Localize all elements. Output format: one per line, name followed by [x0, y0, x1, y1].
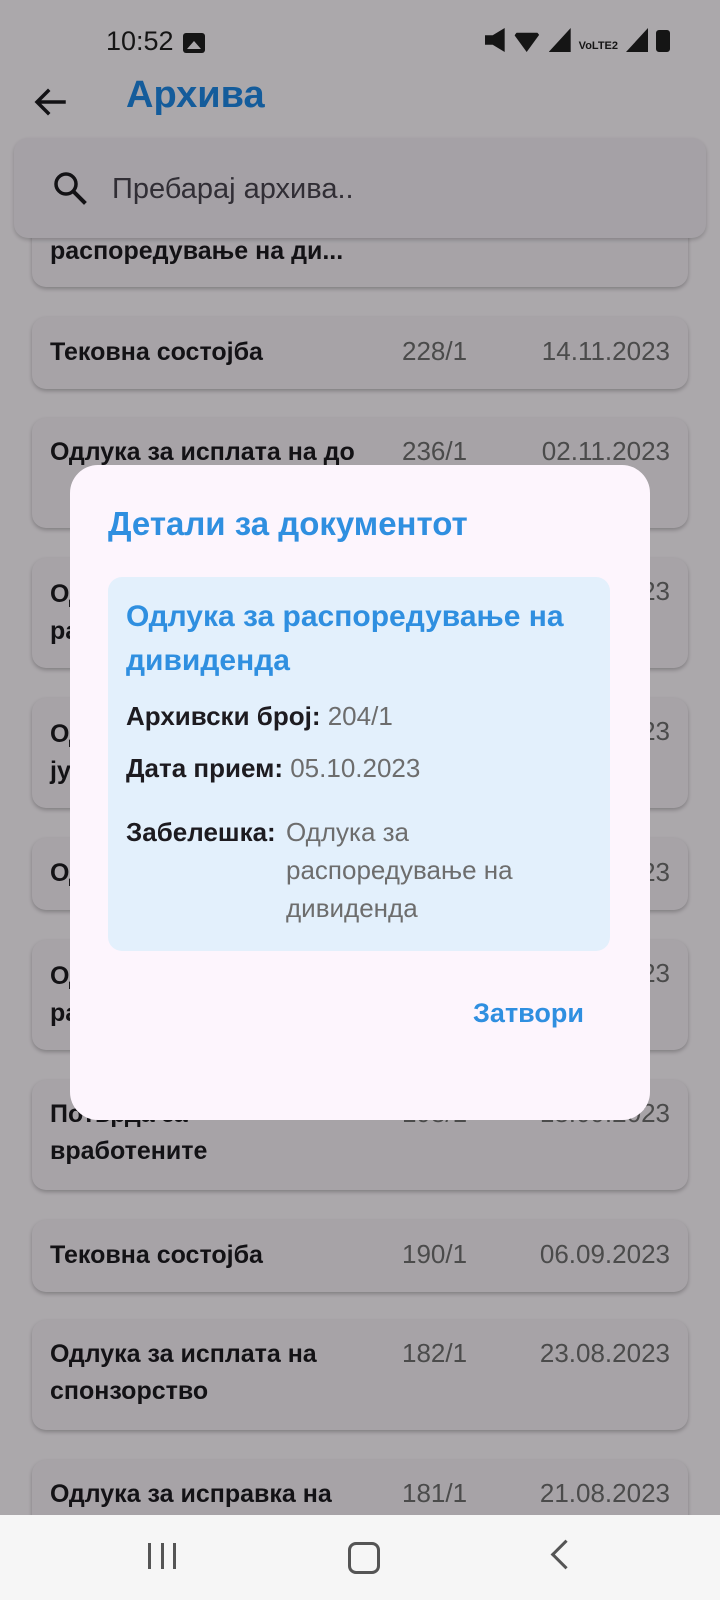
receipt-date-row: Дата прием: 05.10.2023 — [126, 749, 420, 787]
document-details-dialog: Детали за документот Одлука за распореду… — [70, 465, 650, 1120]
archive-number-row: Архивски број: 204/1 — [126, 697, 393, 735]
receipt-date-value: 05.10.2023 — [290, 753, 421, 783]
dialog-title: Детали за документот — [108, 505, 468, 542]
close-button[interactable]: Затвори — [467, 997, 590, 1030]
document-title: Одлука за распоредување на дивиденда — [126, 600, 564, 677]
note-value: Одлука за распоредување на дивиденда — [286, 817, 513, 923]
nav-back-icon[interactable] — [550, 1539, 581, 1570]
home-icon[interactable] — [348, 1542, 380, 1574]
archive-number-value: 204/1 — [327, 701, 393, 731]
receipt-date-label: Дата прием: — [126, 753, 283, 783]
recent-apps-icon[interactable] — [148, 1543, 176, 1569]
detail-box: Одлука за распоредување на дивиденда Арх… — [108, 577, 610, 951]
note-label: Забелешка: — [126, 817, 276, 847]
system-nav-bar — [0, 1515, 720, 1600]
archive-number-label: Архивски број: — [126, 701, 321, 731]
